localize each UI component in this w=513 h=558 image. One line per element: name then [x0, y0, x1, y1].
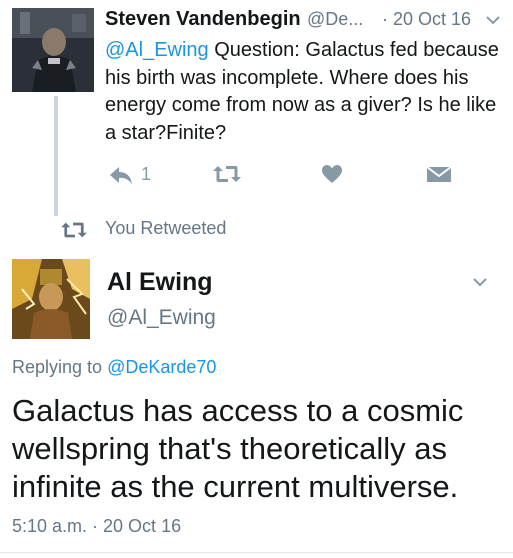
like-button[interactable]	[320, 162, 344, 186]
reply-icon	[110, 167, 132, 184]
replying-to-mention-link[interactable]: @DeKarde70	[107, 357, 216, 377]
retweet-icon	[60, 219, 88, 246]
tweet1-text: @Al_Ewing Question: Galactus fed because…	[105, 37, 505, 147]
retweet-icon	[213, 166, 241, 182]
tweet2-text: Galactus has access to a cosmic wellspri…	[12, 393, 464, 504]
retweet-button[interactable]	[212, 162, 242, 186]
retweet-context-label: You Retweeted	[105, 218, 227, 238]
reply-button[interactable]	[108, 163, 134, 187]
thread-connector-line	[54, 96, 58, 216]
tweet2-timestamp[interactable]: 5:10 a.m. · 20 Oct 16	[12, 516, 181, 537]
replying-to-prefix: Replying to	[12, 357, 108, 377]
tweet1-author-handle[interactable]: @De...	[307, 9, 363, 30]
chevron-down-icon[interactable]	[470, 272, 490, 292]
avatar-al-ewing[interactable]	[12, 259, 90, 339]
avatar-steven[interactable]	[12, 8, 94, 92]
tweet2-author-name[interactable]: Al Ewing	[107, 268, 213, 297]
direct-message-button[interactable]	[425, 162, 453, 186]
tweet2-author-handle[interactable]: @Al_Ewing	[107, 306, 216, 330]
tweet1-author-name[interactable]: Steven Vandenbegin	[105, 8, 301, 31]
tweet1-mention-link[interactable]: @Al_Ewing	[105, 39, 209, 61]
chevron-down-icon[interactable]	[483, 10, 503, 30]
like-icon	[322, 165, 342, 183]
reply-count: 1	[141, 164, 152, 184]
direct-message-icon	[426, 166, 452, 182]
tweet1-date[interactable]: · 20 Oct 16	[382, 9, 471, 30]
divider	[0, 552, 513, 553]
replying-to-line: Replying to @DeKarde70	[12, 357, 216, 378]
